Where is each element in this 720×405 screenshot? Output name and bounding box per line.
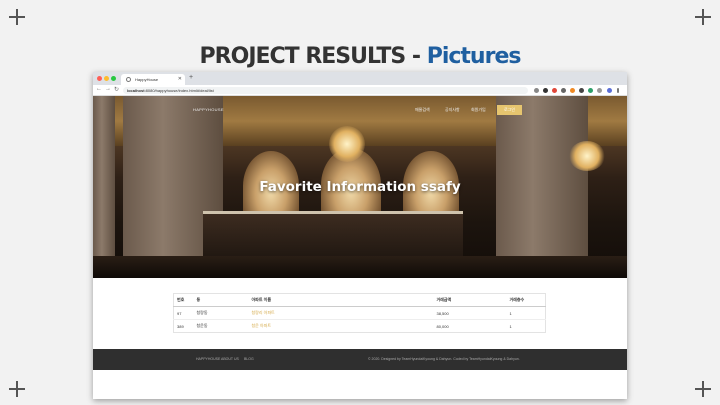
slide-title: PROJECT RESULTS - Pictures <box>0 44 720 69</box>
forward-button[interactable]: → <box>105 86 111 92</box>
extension-icon[interactable] <box>570 88 575 93</box>
site-logo[interactable]: HAPPYHOUSE <box>193 107 224 112</box>
column-header: 거래금액 <box>433 293 507 307</box>
deal-table: 번호 동 아파트 이름 거래금액 거래층수 97 청량동 청량리 아파트 38,… <box>173 293 546 333</box>
close-icon[interactable]: ✕ <box>178 76 182 82</box>
url-path: :8080/happyhouse/index.html#/deal/list <box>144 88 214 93</box>
minimize-window-button[interactable] <box>104 76 109 81</box>
cell: 97 <box>173 306 194 320</box>
cell: 80,000 <box>433 319 507 333</box>
counter <box>203 211 463 261</box>
table-row[interactable]: 97 청량동 청량리 아파트 38,500 1 <box>173 306 546 320</box>
url-bar: ← → ↻ localhost:8080/happyhouse/index.ht… <box>93 85 627 96</box>
url-host: localhost <box>127 88 145 93</box>
extension-icon[interactable] <box>588 88 593 93</box>
table-row[interactable]: 389 청운동 청운 아파트 80,000 1 <box>173 319 546 333</box>
cell: 38,500 <box>433 306 507 320</box>
cell: 1 <box>506 319 546 333</box>
address-input[interactable]: localhost:8080/happyhouse/index.html#/de… <box>123 87 528 94</box>
hero-banner: HAPPYHOUSE 매물검색 공지사항 회원가입 로그인 Favorite I… <box>93 96 627 278</box>
column-header: 아파트 이름 <box>248 293 434 307</box>
cell: 청량동 <box>193 306 249 320</box>
star-icon[interactable] <box>534 88 539 93</box>
cell: 청운동 <box>193 319 249 333</box>
reload-button[interactable]: ↻ <box>114 86 119 93</box>
slide-title-accent: Pictures <box>426 44 522 69</box>
nav-link-search[interactable]: 매물검색 <box>415 107 430 113</box>
apartment-link[interactable]: 청량리 아파트 <box>248 306 434 320</box>
chandelier <box>569 141 605 171</box>
hero-title: Favorite Information ssafy <box>259 179 461 195</box>
tab-bar: HappyHouse ✕ + <box>93 72 627 85</box>
browser-window: HappyHouse ✕ + ← → ↻ localhost:8080/happ… <box>93 72 627 399</box>
column-header: 거래층수 <box>506 293 546 307</box>
back-button[interactable]: ← <box>96 86 102 92</box>
login-button[interactable]: 로그인 <box>497 105 522 115</box>
footer-link-blog[interactable]: BLOG <box>244 357 254 361</box>
close-window-button[interactable] <box>97 76 102 81</box>
profile-avatar[interactable] <box>607 88 612 93</box>
new-tab-button[interactable]: + <box>189 74 193 81</box>
extension-icon[interactable] <box>552 88 557 93</box>
menu-icon[interactable] <box>617 88 619 93</box>
browser-tab[interactable]: HappyHouse ✕ <box>121 74 185 85</box>
plus-icon <box>9 9 25 25</box>
footer-link-home[interactable]: HAPPYHOUSE <box>196 357 220 361</box>
floor <box>93 256 627 278</box>
maximize-window-button[interactable] <box>111 76 116 81</box>
copyright-text: © 2020. Designed by TeamHyundaiKyoung & … <box>368 357 520 361</box>
site-navbar: HAPPYHOUSE 매물검색 공지사항 회원가입 로그인 <box>93 104 627 116</box>
globe-icon <box>126 77 131 82</box>
extension-icon[interactable] <box>597 88 602 93</box>
extension-icon[interactable] <box>543 88 548 93</box>
column-header: 번호 <box>173 293 194 307</box>
apartment-link[interactable]: 청운 아파트 <box>248 319 434 333</box>
nav-link-notice[interactable]: 공지사항 <box>445 107 460 113</box>
chandelier <box>329 126 365 162</box>
footer-link-about[interactable]: ABOUT US <box>221 357 239 361</box>
plus-icon <box>695 9 711 25</box>
cell: 1 <box>506 306 546 320</box>
cell: 389 <box>173 319 194 333</box>
tab-title: HappyHouse <box>135 77 159 82</box>
deal-list-section: 번호 동 아파트 이름 거래금액 거래층수 97 청량동 청량리 아파트 38,… <box>93 278 627 350</box>
table-header-row: 번호 동 아파트 이름 거래금액 거래층수 <box>173 293 546 307</box>
site-footer: HAPPYHOUSE ABOUT US BLOG © 2020. Designe… <box>93 349 627 370</box>
slide-title-main: PROJECT RESULTS - <box>199 44 427 69</box>
extension-icon[interactable] <box>561 88 566 93</box>
plus-icon <box>9 381 25 397</box>
extension-icon[interactable] <box>579 88 584 93</box>
column-header: 동 <box>193 293 249 307</box>
nav-link-signup[interactable]: 회원가입 <box>471 107 486 113</box>
plus-icon <box>695 381 711 397</box>
